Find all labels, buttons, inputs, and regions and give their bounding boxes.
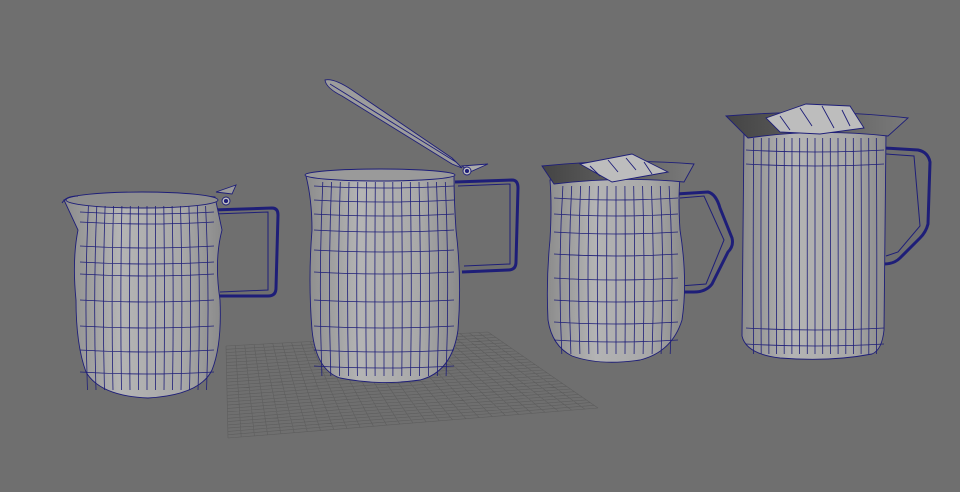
- viewport-canvas[interactable]: [0, 0, 960, 492]
- pitcher-tall-with-ice[interactable]: [724, 103, 932, 360]
- pitcher-closed-lid[interactable]: [61, 184, 280, 399]
- pitcher-with-ice[interactable]: [541, 153, 734, 363]
- 3d-viewport[interactable]: [0, 0, 960, 492]
- pitcher-open-lid[interactable]: [304, 79, 520, 384]
